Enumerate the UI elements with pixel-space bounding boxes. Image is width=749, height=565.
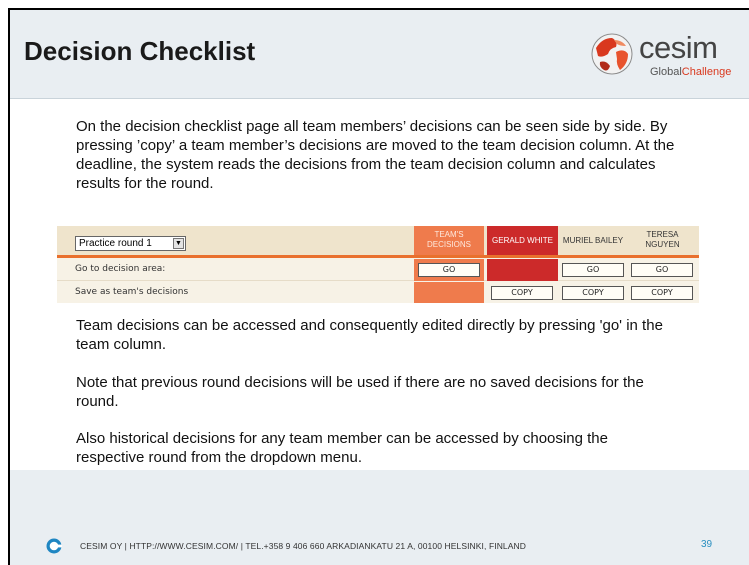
slide-frame-border: [8, 8, 749, 565]
slide: Decision Checklist cesim GlobalChallenge…: [0, 0, 749, 565]
